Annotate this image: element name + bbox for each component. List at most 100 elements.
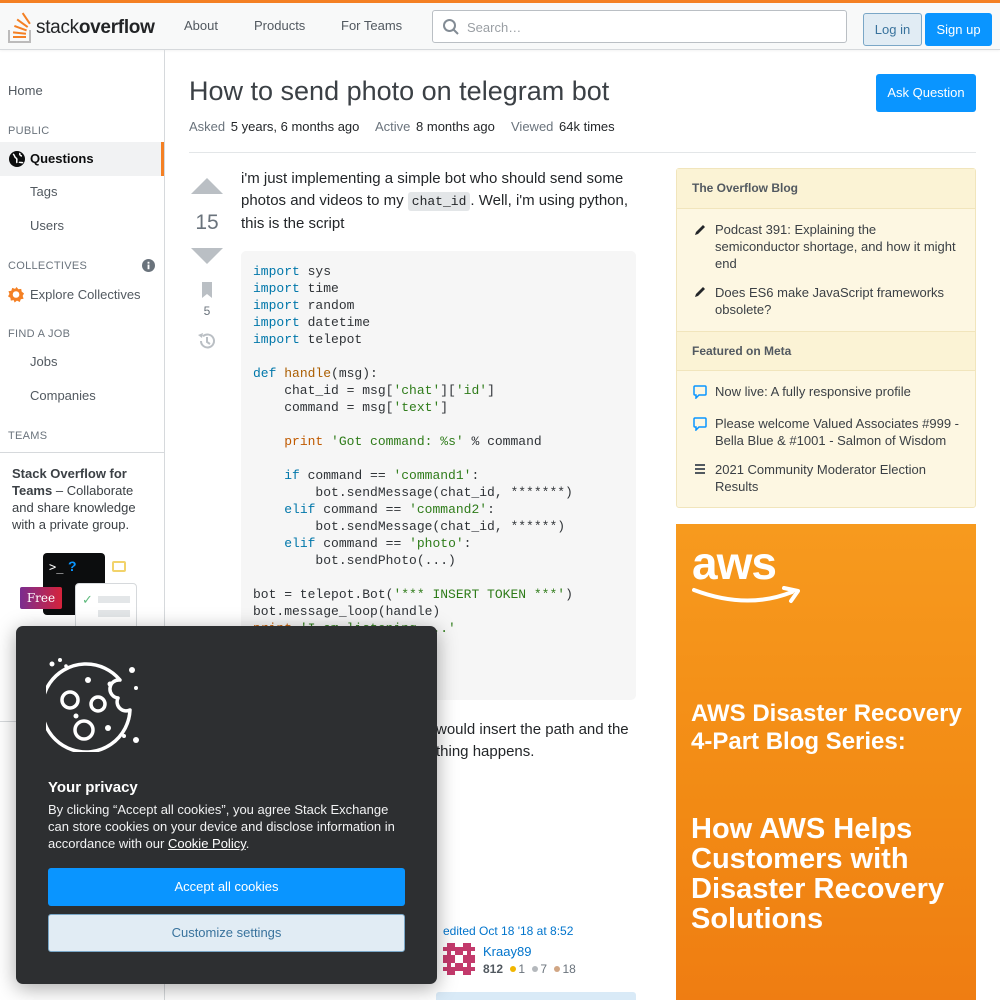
code-content: import sys import time import random import… <box>253 263 624 637</box>
nav-products[interactable]: Products <box>254 18 305 33</box>
cookie-title: Your privacy <box>48 779 138 796</box>
question-viewed: Viewed 64k times <box>511 119 615 134</box>
collectives-icon <box>8 286 25 303</box>
gold-badge-icon <box>510 966 517 972</box>
code-line: bot.message_loop(handle) <box>253 604 441 619</box>
login-button[interactable]: Log in <box>863 13 922 46</box>
edited-timestamp-link[interactable]: edited Oct 18 '18 at 8:52 <box>443 924 573 938</box>
code-line: import datetime <box>253 315 371 330</box>
question-active: Active 8 months ago <box>375 119 495 134</box>
comment-icon <box>693 417 707 431</box>
comment-block-edge <box>436 992 636 1000</box>
sidebar-heading-find-job: FIND A JOB <box>8 328 71 340</box>
history-icon[interactable] <box>197 331 217 351</box>
logo-wordmark: stackoverflow <box>36 17 155 38</box>
vote-count: 15 <box>195 211 219 234</box>
code-line: bot.sendMessage(chat_id, *******) <box>253 485 573 500</box>
aws-advertisement[interactable]: aws AWS Disaster Recovery 4-Part Blog Se… <box>676 524 976 1000</box>
code-line: import random <box>253 298 355 313</box>
sidebar-item-questions-label: Questions <box>30 151 94 166</box>
code-line: chat_id = msg['chat']['id'] <box>253 383 495 398</box>
teams-promo-text: Stack Overflow for Teams – Collaborate a… <box>12 466 136 532</box>
nav-about[interactable]: About <box>184 18 218 33</box>
code-line: if command == 'command1': <box>284 468 480 483</box>
customize-settings-button[interactable]: Customize settings <box>48 914 405 952</box>
code-line: print 'Got command: %s' % command <box>284 434 542 449</box>
question-body-continued: would insert the path and the thing happ… <box>436 721 629 760</box>
bookmark-icon[interactable] <box>200 281 214 299</box>
search-icon <box>443 19 459 35</box>
pencil-icon <box>695 287 705 297</box>
top-bar: stackoverflow About Products For Teams S… <box>0 0 1000 50</box>
stack-overflow-logo[interactable]: stackoverflow <box>8 9 158 45</box>
sidebar-heading-collectives: COLLECTIVES <box>8 260 88 272</box>
question-asked: Asked 5 years, 6 months ago <box>189 119 360 134</box>
code-line: command = msg['text'] <box>253 400 449 415</box>
ad-subheading: How AWS Helps Customers with Disaster Re… <box>691 813 945 935</box>
sidebar-item-questions[interactable]: Questions <box>0 142 164 176</box>
signup-button[interactable]: Sign up <box>925 13 992 46</box>
aws-logo: aws <box>692 537 777 589</box>
sidebar-item-tags[interactable]: Tags <box>30 184 194 199</box>
code-line: import telepot <box>253 332 363 347</box>
bronze-badge-icon <box>554 966 561 972</box>
ad-heading: AWS Disaster Recovery 4-Part Blog Series… <box>691 700 962 755</box>
sidebar-heading-teams: TEAMS <box>8 430 48 442</box>
pencil-icon <box>695 225 705 235</box>
code-line: import time <box>253 281 339 296</box>
stack-overflow-logo-icon <box>8 12 31 43</box>
aws-smile-icon <box>692 586 800 603</box>
accept-all-cookies-button[interactable]: Accept all cookies <box>48 868 405 906</box>
ask-question-button[interactable]: Ask Question <box>876 74 976 112</box>
question-body-intro: i'm just implementing a simple bot who s… <box>241 170 629 232</box>
editor-reputation: 812 1 7 18 <box>483 962 576 976</box>
code-line: elif command == 'photo': <box>284 536 472 551</box>
comment-icon <box>693 385 707 399</box>
explore-collectives-label: Explore Collectives <box>30 287 141 302</box>
meta-heading: Featured on Meta <box>677 331 975 371</box>
cookie-text: By clicking “Accept all cookies”, you ag… <box>48 802 395 851</box>
code-line: bot.sendMessage(chat_id, ******) <box>253 519 566 534</box>
code-line: ​ <box>253 569 624 586</box>
meta-item-election[interactable]: 2021 Community Moderator Election Result… <box>715 461 960 495</box>
cookie-consent-dialog: Your privacy By clicking “Accept all coo… <box>16 626 437 984</box>
code-line: def handle(msg): <box>253 366 378 381</box>
header-divider <box>189 152 976 153</box>
sidebar-item-home[interactable]: Home <box>8 83 172 98</box>
sidebar-heading-public: PUBLIC <box>8 125 50 137</box>
chat-bubble-icon <box>112 561 126 572</box>
blog-heading: The Overflow Blog <box>677 169 975 209</box>
code-line: bot.sendPhoto(...) <box>253 553 456 568</box>
sidebar-item-users[interactable]: Users <box>30 218 194 233</box>
code-line: elif command == 'command2': <box>284 502 495 517</box>
code-line: ​ <box>253 416 624 433</box>
bookmark-count: 5 <box>203 304 211 318</box>
silver-badge-icon <box>532 966 539 972</box>
upvote-arrow-icon[interactable] <box>191 178 223 194</box>
globe-icon <box>9 151 25 167</box>
meta-item-welcome[interactable]: Please welcome Valued Associates #999 - … <box>715 415 960 449</box>
search-placeholder: Search… <box>467 20 522 35</box>
code-line: bot = telepot.Bot('*** INSERT TOKEN ***'… <box>253 587 573 602</box>
search-input[interactable]: Search… <box>432 10 847 43</box>
sidebar-item-companies[interactable]: Companies <box>30 388 194 403</box>
blog-item-podcast[interactable]: Podcast 391: Explaining the semiconducto… <box>715 221 960 272</box>
downvote-arrow-icon[interactable] <box>191 248 223 264</box>
nav-for-teams[interactable]: For Teams <box>341 18 402 33</box>
stack-exchange-icon <box>695 464 705 474</box>
code-line: import sys <box>253 264 332 279</box>
editor-avatar[interactable] <box>443 943 475 975</box>
overflow-blog-widget: The Overflow Blog Podcast 391: Explainin… <box>676 168 976 508</box>
meta-item-profile[interactable]: Now live: A fully responsive profile <box>715 383 960 400</box>
editor-name-link[interactable]: Kraay89 <box>483 944 531 959</box>
free-badge: Free <box>20 587 62 609</box>
info-icon[interactable] <box>142 259 155 272</box>
inline-code-chat-id: chat_id <box>407 192 471 211</box>
cookie-policy-link[interactable]: Cookie Policy <box>168 836 246 851</box>
cookie-icon <box>46 658 139 752</box>
code-line: ​ <box>253 348 624 365</box>
code-line: ​ <box>253 450 624 467</box>
sidebar-item-jobs[interactable]: Jobs <box>30 354 194 369</box>
question-title[interactable]: How to send photo on telegram bot <box>189 76 609 107</box>
blog-item-es6[interactable]: Does ES6 make JavaScript frameworks obso… <box>715 284 960 318</box>
